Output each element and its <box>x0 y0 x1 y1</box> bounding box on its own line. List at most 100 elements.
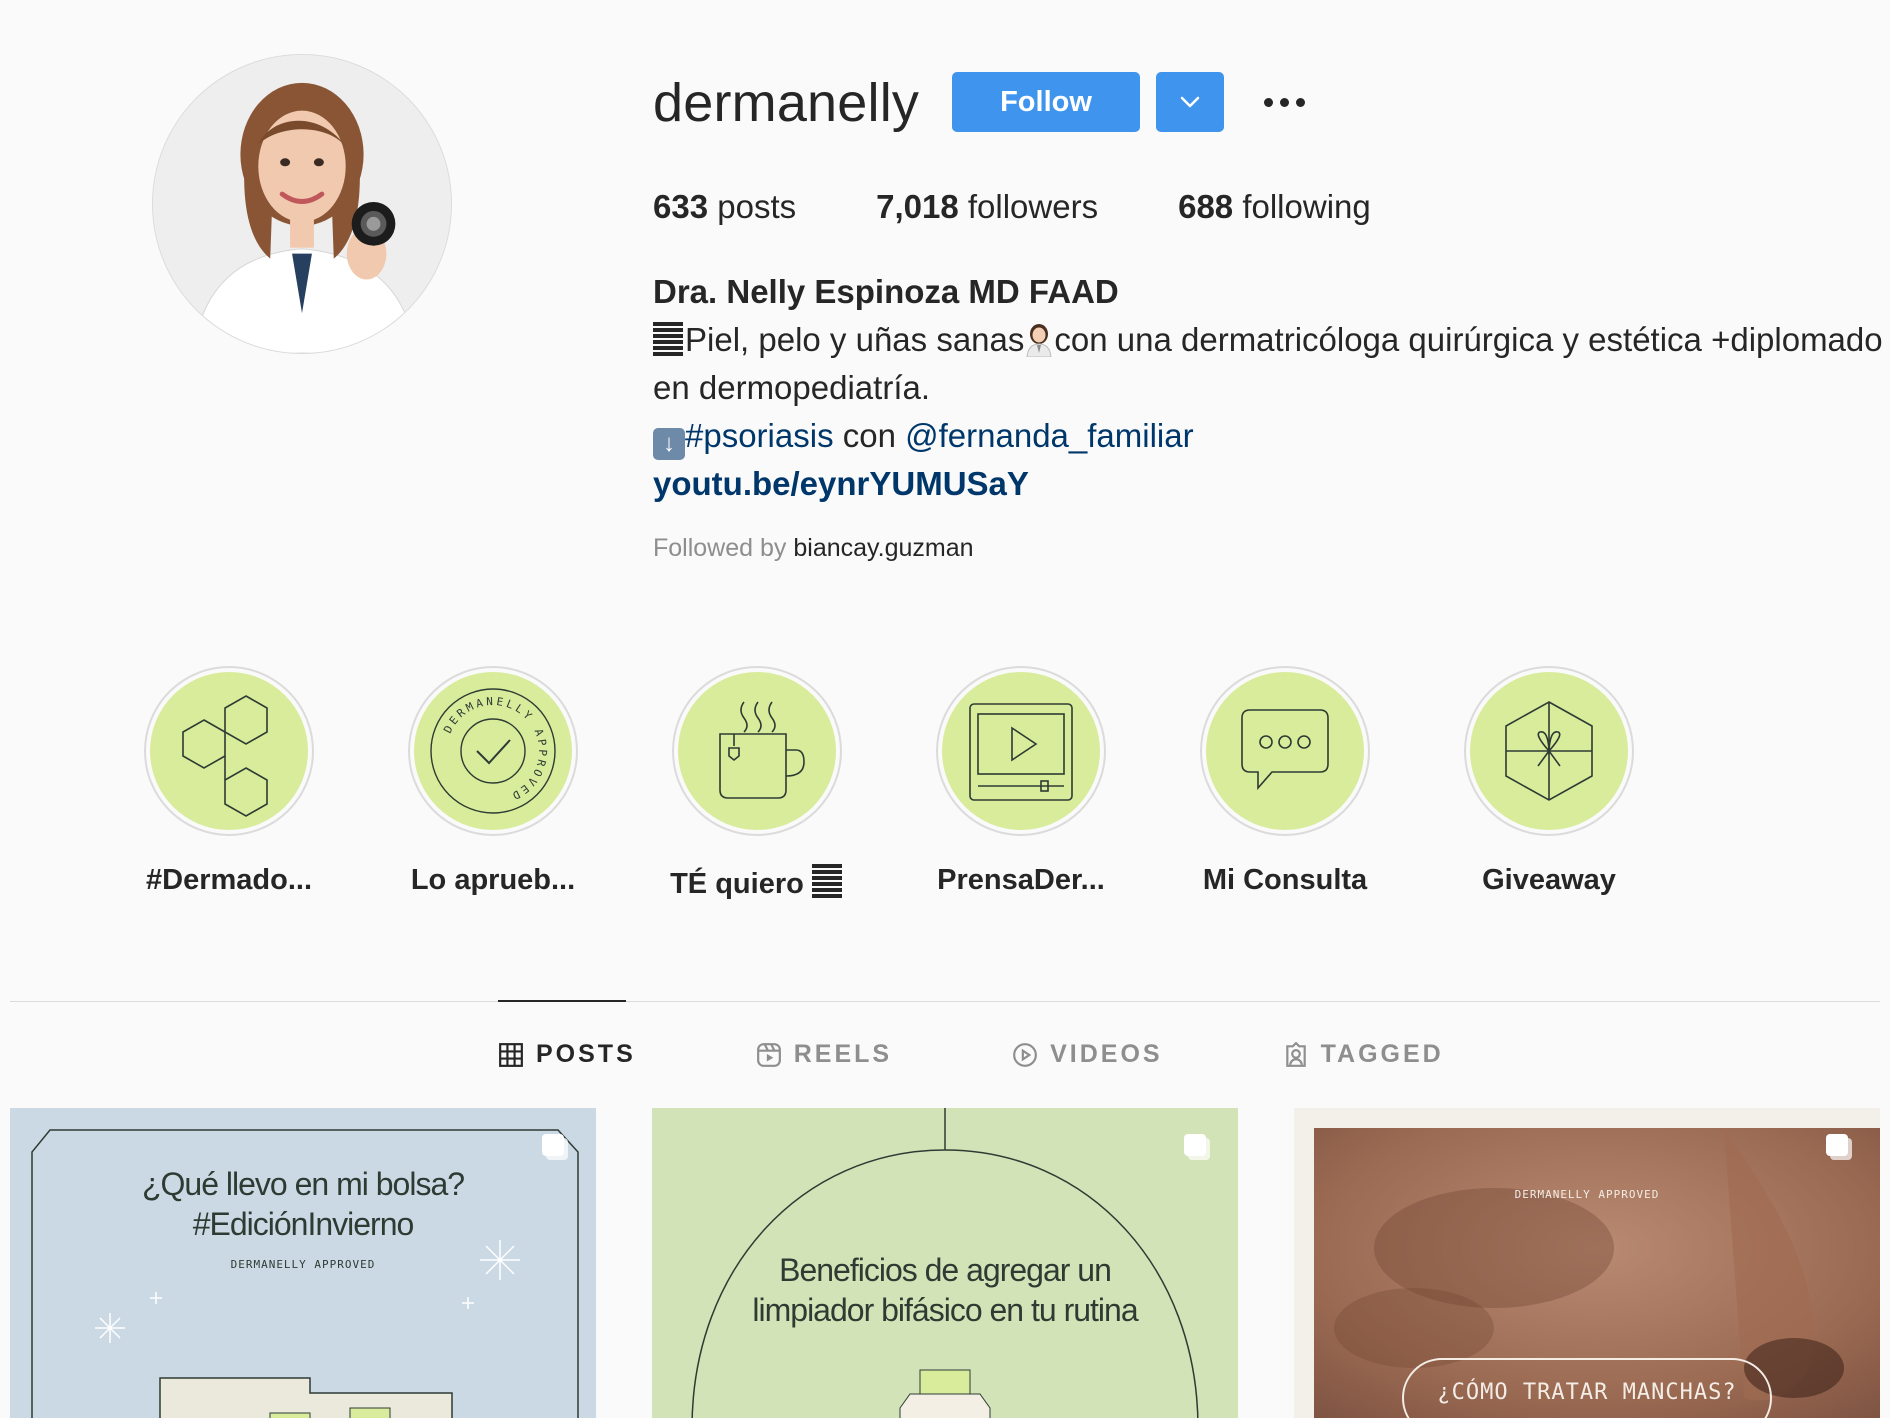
gift-icon <box>1505 701 1593 801</box>
highlight-item[interactable]: Giveaway <box>1417 666 1681 901</box>
tab-videos-label: VIDEOS <box>1050 1040 1163 1068</box>
carousel-icon-graphic <box>542 1134 568 1160</box>
seal-text: DERMANELLY APPROVED <box>441 695 546 804</box>
highlight-cover <box>1470 672 1628 830</box>
more-options-icon-dot <box>1295 97 1305 107</box>
carousel-icon-graphic <box>1826 1134 1852 1160</box>
post-cta-text: ¿CÓMO TRATAR MANCHAS? <box>1437 1379 1737 1405</box>
highlight-ring <box>936 666 1106 836</box>
more-options-icon-dot <box>1263 97 1273 107</box>
chevron-down-icon <box>1180 96 1200 108</box>
active-tab-indicator <box>498 1000 626 1002</box>
post-title-line: Beneficios de agregar un <box>779 1252 1112 1288</box>
more-options-icon-dot <box>1279 97 1289 107</box>
video-player-icon <box>969 703 1073 801</box>
profile-full-name: Dra. Nelly Espinoza MD FAAD <box>653 273 1119 310</box>
post-subtitle: DERMANELLY APPROVED <box>1514 1188 1660 1201</box>
posts-count-value: 633 <box>653 188 709 225</box>
following-count-value: 688 <box>1178 188 1234 225</box>
post-title-line: limpiador bifásico en tu rutina <box>752 1292 1138 1328</box>
suggested-accounts-dropdown-button[interactable] <box>1156 72 1224 132</box>
down-arrow-emoji-icon: ↓ <box>653 428 685 460</box>
profile-username: dermanelly <box>653 73 920 133</box>
bars-emoji-icon <box>811 864 842 898</box>
post-thumbnail[interactable]: DERMANELLY APPROVED ¿CÓMO TRATAR MANCHAS… <box>1294 1108 1880 1418</box>
highlight-item[interactable]: PrensaDer... <box>889 666 1153 901</box>
post-subtitle: DERMANELLY APPROVED <box>230 1258 376 1271</box>
post-title-line: ¿Qué llevo en mi bolsa? <box>141 1166 465 1202</box>
posts-count-label: posts <box>717 188 797 225</box>
followed-by-user-link[interactable]: biancay.guzman <box>793 534 973 562</box>
highlight-label: Mi Consulta <box>1202 864 1368 896</box>
tea-cup-icon <box>719 701 805 799</box>
highlight-ring <box>144 666 314 836</box>
highlight-label: Lo aprueb... <box>410 864 576 896</box>
profile-stats: 633 posts 7,018 followers 688 following <box>653 188 1451 226</box>
highlight-cover <box>678 672 836 830</box>
doctor-emoji-icon <box>1026 324 1052 357</box>
highlight-label: TÉ quiero <box>670 864 844 901</box>
highlight-item[interactable]: TÉ quiero <box>625 666 889 901</box>
grid-icon <box>499 1042 523 1067</box>
highlight-item[interactable]: DERMANELLY APPROVED Lo aprueb... <box>361 666 625 901</box>
reels-icon <box>756 1042 781 1067</box>
followed-by: Followed by biancay.guzman <box>653 534 974 563</box>
highlight-ring <box>672 666 842 836</box>
carousel-icon-graphic <box>1184 1134 1210 1160</box>
more-options-button[interactable] <box>1256 82 1312 122</box>
chat-bubble-icon <box>1241 709 1329 791</box>
bio-text-1: Piel, pelo y uñas sanas <box>685 321 1025 358</box>
molecule-icon <box>182 695 268 817</box>
tab-reels[interactable]: REELS <box>756 1040 892 1069</box>
followers-count-value: 7,018 <box>876 188 959 225</box>
post-cta-pill: ¿CÓMO TRATAR MANCHAS? <box>1402 1358 1772 1418</box>
post-title-line: #EdiciónInvierno <box>192 1206 415 1242</box>
following-link[interactable]: 688 following <box>1178 188 1371 226</box>
highlight-ring: DERMANELLY APPROVED <box>408 666 578 836</box>
posts-count: 633 posts <box>653 188 796 226</box>
followed-by-label: Followed by <box>653 534 787 562</box>
approved-seal-icon: DERMANELLY APPROVED <box>430 688 556 814</box>
tab-posts[interactable]: POSTS <box>498 1040 636 1069</box>
bars-emoji-icon <box>653 322 683 356</box>
bio-hashtag-line: ↓ #psoriasis con @fernanda_familiar <box>653 412 1883 460</box>
tab-posts-label: POSTS <box>536 1040 636 1068</box>
profile-tabs: POSTS REELS VIDEOS TAGGED <box>498 1040 1564 1069</box>
avatar-photo <box>153 55 451 353</box>
highlight-cover: DERMANELLY APPROVED <box>414 672 572 830</box>
post-thumbnail[interactable]: ¿Qué llevo en mi bolsa? #EdiciónInvierno… <box>10 1108 596 1418</box>
highlight-ring <box>1464 666 1634 836</box>
tagged-user-icon <box>1285 1041 1306 1067</box>
following-count-label: following <box>1242 188 1371 225</box>
highlight-ring <box>1200 666 1370 836</box>
post-thumbnail[interactable]: Beneficios de agregar un limpiador bifás… <box>652 1108 1238 1418</box>
post-caption-overlay: ¿Qué llevo en mi bolsa? #EdiciónInvierno <box>10 1164 596 1244</box>
tab-videos[interactable]: VIDEOS <box>1012 1040 1162 1069</box>
bio-description: Piel, pelo y uñas sanas con una dermatric… <box>653 316 1883 412</box>
mention-link[interactable]: @fernanda_familiar <box>905 417 1193 454</box>
highlight-label: Giveaway <box>1482 864 1616 896</box>
followers-link[interactable]: 7,018 followers <box>876 188 1098 226</box>
tabs-divider <box>10 1001 1880 1002</box>
profile-avatar[interactable] <box>152 54 452 354</box>
profile-bio: Dra. Nelly Espinoza MD FAAD Piel, pelo y… <box>653 268 1883 508</box>
tab-tagged[interactable]: TAGGED <box>1283 1040 1444 1069</box>
tab-reels-label: REELS <box>793 1040 893 1068</box>
highlight-item[interactable]: #Dermado... <box>97 666 361 901</box>
hashtag-link[interactable]: #psoriasis <box>685 417 834 454</box>
carousel-icon <box>1180 1130 1214 1164</box>
bio-connector: con <box>833 417 906 454</box>
follow-button[interactable]: Follow <box>952 72 1140 132</box>
play-circle-icon <box>1013 1042 1038 1067</box>
carousel-icon <box>1822 1130 1856 1164</box>
highlight-item[interactable]: Mi Consulta <box>1153 666 1417 901</box>
followers-count-label: followers <box>967 188 1099 225</box>
bio-url-link[interactable]: youtu.be/eynrYUMUSaY <box>653 460 1883 508</box>
story-highlights: #Dermado... DERMANELLY APPROVED Lo aprue… <box>97 666 1681 901</box>
highlight-label-text: TÉ quiero <box>670 868 804 900</box>
carousel-icon <box>538 1130 572 1164</box>
highlight-label: PrensaDer... <box>937 864 1105 896</box>
highlight-cover <box>150 672 308 830</box>
highlight-cover <box>942 672 1100 830</box>
tab-tagged-label: TAGGED <box>1320 1040 1444 1068</box>
